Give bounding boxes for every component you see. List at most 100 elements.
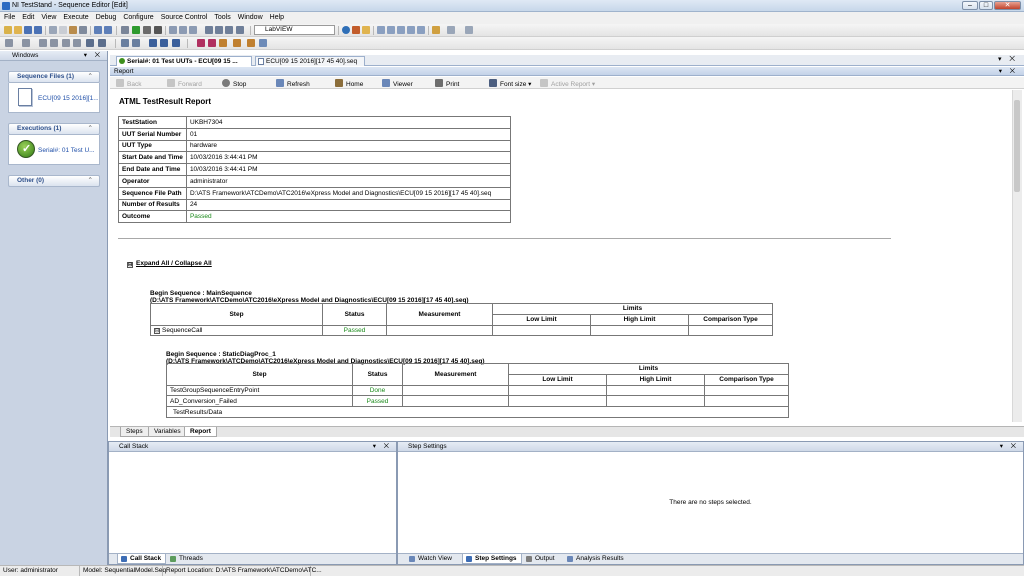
pane-controls[interactable]: ▾ ⨉ bbox=[373, 442, 392, 452]
delete-icon[interactable] bbox=[79, 26, 87, 34]
module-icon[interactable] bbox=[352, 26, 360, 34]
font-size-button[interactable]: Font size ▾ bbox=[489, 79, 531, 88]
active-report-button[interactable]: Active Report ▾ bbox=[540, 79, 595, 88]
users-icon[interactable] bbox=[397, 26, 405, 34]
frame-icon[interactable] bbox=[62, 39, 70, 47]
model-alt-icon[interactable] bbox=[160, 39, 168, 47]
execution-item[interactable]: Serial#: 01 Test U... bbox=[8, 135, 100, 165]
find-icon[interactable] bbox=[377, 26, 385, 34]
viewer-button[interactable]: Viewer bbox=[382, 79, 413, 88]
save-icon[interactable] bbox=[24, 26, 32, 34]
table-icon[interactable] bbox=[73, 39, 81, 47]
menu-window[interactable]: Window bbox=[234, 12, 266, 21]
print-button[interactable]: Print bbox=[435, 79, 459, 88]
step-over-icon[interactable] bbox=[179, 26, 187, 34]
tab-analysis-results[interactable]: Analysis Results bbox=[564, 554, 628, 564]
executions-header[interactable]: Executions (1) ⌃ bbox=[8, 123, 100, 135]
forward-nav-icon[interactable] bbox=[22, 39, 30, 47]
layout-icon[interactable] bbox=[447, 26, 455, 34]
menu-execute[interactable]: Execute bbox=[59, 12, 91, 21]
refresh-icon[interactable] bbox=[98, 39, 106, 47]
model-icon[interactable] bbox=[149, 39, 157, 47]
tab-sequence-file[interactable]: ECU[09 15 2016][17 45 40].seq bbox=[255, 56, 365, 66]
align-icon[interactable] bbox=[236, 26, 244, 34]
undo-icon[interactable] bbox=[94, 26, 102, 34]
link-icon[interactable] bbox=[39, 39, 47, 47]
stop-button[interactable]: Stop bbox=[222, 79, 246, 88]
menu-configure[interactable]: Configure bbox=[119, 12, 156, 21]
collapse-chevron-icon[interactable]: ⌃ bbox=[88, 124, 93, 134]
tab-threads[interactable]: Threads bbox=[167, 554, 207, 564]
back-nav-icon[interactable] bbox=[5, 39, 13, 47]
tab-steps[interactable]: Steps bbox=[120, 427, 149, 437]
fault-icon[interactable] bbox=[208, 39, 216, 47]
insert-step-icon[interactable] bbox=[205, 26, 213, 34]
menu-source-control[interactable]: Source Control bbox=[157, 12, 211, 21]
properties-icon[interactable] bbox=[417, 26, 425, 34]
collapse-chevron-icon[interactable]: ⌃ bbox=[88, 72, 93, 82]
folder-icon[interactable] bbox=[362, 26, 370, 34]
plugin-icon[interactable] bbox=[233, 39, 241, 47]
stop-icon[interactable] bbox=[154, 26, 162, 34]
pane-controls[interactable]: ▾ ⨉ bbox=[1000, 442, 1019, 452]
sequence-files-header[interactable]: Sequence Files (1) ⌃ bbox=[8, 71, 100, 83]
settings-icon[interactable] bbox=[247, 39, 255, 47]
minimize-button[interactable]: – bbox=[962, 1, 978, 10]
database-icon[interactable] bbox=[407, 26, 415, 34]
expand-toggle-icon[interactable]: ⊟ bbox=[154, 327, 160, 334]
breakpoint-icon[interactable] bbox=[121, 26, 129, 34]
cut-icon[interactable] bbox=[49, 26, 57, 34]
tab-call-stack[interactable]: Call Stack bbox=[117, 554, 167, 564]
list-icon[interactable] bbox=[215, 26, 223, 34]
grid-icon[interactable] bbox=[225, 26, 233, 34]
pane-controls[interactable]: ▾ ⨉ bbox=[84, 51, 103, 61]
paste-icon[interactable] bbox=[69, 26, 77, 34]
home-button[interactable]: Home bbox=[335, 79, 363, 88]
report-scrollbar-thumb[interactable] bbox=[1014, 100, 1020, 192]
check-icon[interactable] bbox=[86, 39, 94, 47]
step-into-icon[interactable] bbox=[169, 26, 177, 34]
collapse-chevron-icon[interactable]: ⌃ bbox=[88, 176, 93, 186]
expand-all-link[interactable]: ⊟ Expand All / Collapse All bbox=[127, 260, 212, 268]
sequence-file-item[interactable]: ECU[09 15 2016][1... bbox=[8, 83, 100, 113]
pause-icon[interactable] bbox=[143, 26, 151, 34]
tab-step-settings[interactable]: Step Settings bbox=[462, 554, 522, 564]
tag-icon[interactable] bbox=[50, 39, 58, 47]
search-icon[interactable] bbox=[259, 39, 267, 47]
tab-output[interactable]: Output bbox=[523, 554, 559, 564]
save-all-icon[interactable] bbox=[34, 26, 42, 34]
menu-debug[interactable]: Debug bbox=[92, 12, 120, 21]
globe-icon[interactable] bbox=[342, 26, 350, 34]
tab-watch-view[interactable]: Watch View bbox=[406, 554, 456, 564]
run-icon[interactable] bbox=[132, 26, 140, 34]
menu-tools[interactable]: Tools bbox=[210, 12, 233, 21]
close-button[interactable]: ✕ bbox=[994, 1, 1021, 10]
report-icon[interactable] bbox=[132, 39, 140, 47]
back-button[interactable]: Back bbox=[116, 79, 141, 88]
other-header[interactable]: Other (0) ⌃ bbox=[8, 175, 100, 187]
forward-button[interactable]: Forward bbox=[167, 79, 202, 88]
menu-edit[interactable]: Edit bbox=[18, 12, 37, 21]
redo-icon[interactable] bbox=[104, 26, 112, 34]
refresh-button[interactable]: Refresh bbox=[276, 79, 310, 88]
copy-icon[interactable] bbox=[59, 26, 67, 34]
menu-view[interactable]: View bbox=[37, 12, 59, 21]
new-file-icon[interactable] bbox=[4, 26, 12, 34]
menu-file[interactable]: File bbox=[0, 12, 18, 21]
zoom-icon[interactable] bbox=[387, 26, 395, 34]
window-layout-icon[interactable] bbox=[465, 26, 473, 34]
menu-help[interactable]: Help bbox=[266, 12, 287, 21]
diagnostics-icon[interactable] bbox=[197, 39, 205, 47]
step-out-icon[interactable] bbox=[189, 26, 197, 34]
open-file-icon[interactable] bbox=[14, 26, 22, 34]
maximize-button[interactable]: □ bbox=[979, 1, 993, 10]
transfer-icon[interactable] bbox=[172, 39, 180, 47]
station-options-icon[interactable] bbox=[432, 26, 440, 34]
express-icon[interactable] bbox=[219, 39, 227, 47]
step-cell[interactable]: ⊟ SequenceCall bbox=[150, 324, 323, 337]
tab-controls[interactable]: ▾ ⨉ bbox=[998, 55, 1018, 64]
sort-icon[interactable] bbox=[121, 39, 129, 47]
adapter-select[interactable]: LabVIEW bbox=[254, 25, 335, 35]
report-header-controls[interactable]: ▾ ⨉ bbox=[999, 67, 1018, 76]
tab-report[interactable]: Report bbox=[184, 427, 217, 437]
